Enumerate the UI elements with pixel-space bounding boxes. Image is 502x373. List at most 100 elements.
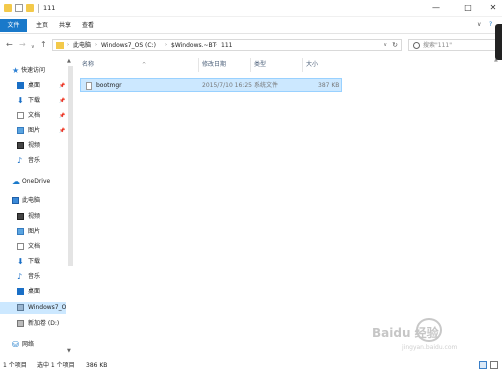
folder-icon	[4, 4, 12, 12]
sidebar-item-downloads[interactable]: ⬇ 下载	[0, 256, 72, 268]
title-bar: 111 — □ ✕	[0, 0, 502, 17]
tab-view[interactable]: 查看	[80, 20, 96, 32]
file-date: 2015/7/10 16:25	[202, 82, 252, 89]
sidebar-item-label: 桌面	[28, 288, 41, 295]
drive-icon	[17, 304, 24, 311]
breadcrumb-separator[interactable]: ›	[67, 41, 69, 50]
sidebar-item-label: 图片	[28, 228, 41, 235]
maximize-button[interactable]: □	[463, 3, 473, 13]
navigation-pane-scrollbar[interactable]: ▲ ▼	[66, 56, 75, 359]
breadcrumb-separator[interactable]: ›	[215, 41, 217, 50]
sidebar-item-label: 音乐	[28, 273, 41, 280]
forward-button[interactable]: →	[19, 40, 26, 50]
tab-home[interactable]: 主页	[34, 20, 50, 32]
video-icon	[17, 142, 24, 149]
sidebar-item-label: 下载	[28, 97, 41, 104]
address-bar[interactable]: › 此电脑 › Windows7_OS (C:) › $Windows.~BT …	[52, 39, 402, 51]
up-button[interactable]: ↑	[40, 40, 47, 50]
file-type: 系统文件	[254, 82, 279, 89]
search-box[interactable]: 搜索"111"	[408, 39, 496, 51]
sidebar-item-documents-pinned[interactable]: 文档 📌	[0, 110, 72, 122]
music-icon: ♪	[17, 272, 23, 281]
details-view-icon[interactable]	[479, 361, 487, 369]
drive-icon	[17, 320, 24, 327]
scrollbar-thumb[interactable]	[68, 66, 73, 266]
navigation-pane: ★ 快速访问 桌面 📌 ⬇ 下载 📌 文档 📌 图片 📌 视频 ♪ 音乐 ☁ O…	[0, 56, 76, 359]
item-count: 1 个项目	[3, 362, 27, 369]
sidebar-item-videos[interactable]: 视频	[0, 211, 72, 223]
desktop-icon	[17, 288, 24, 295]
scroll-up-icon[interactable]: ▲	[67, 58, 71, 64]
recent-locations-button[interactable]: ∨	[31, 42, 35, 52]
sidebar-item-label: Windows7_OS	[28, 304, 71, 311]
back-button[interactable]: ←	[6, 40, 13, 50]
help-icon[interactable]: ?	[489, 21, 492, 28]
column-header-type[interactable]: 类型	[250, 58, 302, 72]
navigation-bar: ← → ∨ ↑ › 此电脑 › Windows7_OS (C:) › $Wind…	[0, 34, 502, 56]
breadcrumb-bt-folder[interactable]: $Windows.~BT	[171, 41, 216, 50]
sidebar-item-network[interactable]: ⛁ 网络	[0, 339, 72, 351]
sidebar-item-label: 网络	[22, 341, 35, 348]
sort-ascending-icon: ^	[142, 62, 147, 68]
sidebar-item-videos-quick[interactable]: 视频	[0, 140, 72, 152]
file-name: bootmgr	[96, 82, 122, 89]
large-icons-view-icon[interactable]	[490, 361, 498, 369]
sidebar-item-desktop-pinned[interactable]: 桌面 📌	[0, 80, 72, 92]
cloud-icon: ☁	[12, 177, 20, 186]
download-icon: ⬇	[17, 96, 24, 105]
sidebar-item-label: 文档	[28, 243, 41, 250]
sidebar-item-label: 文档	[28, 112, 41, 119]
video-icon	[17, 213, 24, 220]
search-icon	[413, 42, 420, 49]
sidebar-item-pictures[interactable]: 图片	[0, 226, 72, 238]
sidebar-item-new-volume-d[interactable]: 新加卷 (D:)	[0, 318, 72, 330]
search-input[interactable]: 搜索"111"	[423, 41, 452, 50]
breadcrumb-separator[interactable]: ›	[95, 41, 97, 50]
scroll-down-icon[interactable]: ▼	[67, 348, 71, 354]
column-header-name[interactable]: 名称 ^	[82, 58, 195, 72]
selected-size: 386 KB	[86, 362, 108, 369]
sidebar-item-label: 音乐	[28, 157, 41, 164]
pin-icon: 📌	[59, 113, 66, 119]
breadcrumb-separator[interactable]: ›	[165, 41, 167, 50]
file-list: 名称 ^ 修改日期 类型 大小 bootmgr 2015/7/10 16:25 …	[76, 56, 502, 359]
sidebar-item-downloads-pinned[interactable]: ⬇ 下载 📌	[0, 95, 72, 107]
selected-count: 选中 1 个项目	[37, 362, 75, 369]
address-history-icon[interactable]: ∨	[383, 41, 387, 50]
download-icon: ⬇	[17, 257, 24, 266]
new-folder-icon[interactable]	[26, 4, 34, 12]
sidebar-item-documents[interactable]: 文档	[0, 241, 72, 253]
minimize-button[interactable]: —	[431, 3, 441, 13]
breadcrumb-current[interactable]: 111	[221, 41, 232, 50]
system-file-icon	[86, 82, 92, 90]
sidebar-item-label: 新加卷 (D:)	[28, 320, 60, 327]
breadcrumb-drive[interactable]: Windows7_OS (C:)	[101, 41, 156, 50]
breadcrumb-this-pc[interactable]: 此电脑	[73, 41, 91, 50]
sidebar-item-label: OneDrive	[22, 178, 51, 185]
tab-share[interactable]: 共享	[57, 20, 73, 32]
sidebar-item-label: 此电脑	[22, 197, 41, 204]
file-list-scrollbar[interactable]: ▲	[492, 56, 502, 359]
close-button[interactable]: ✕	[488, 3, 498, 13]
sidebar-item-pictures-pinned[interactable]: 图片 📌	[0, 125, 72, 137]
refresh-icon[interactable]: ↻	[392, 40, 398, 50]
column-label: 名称	[82, 61, 95, 68]
sidebar-item-music-quick[interactable]: ♪ 音乐	[0, 155, 72, 167]
properties-icon[interactable]	[15, 4, 23, 12]
sidebar-item-quick-access[interactable]: ★ 快速访问	[0, 65, 72, 77]
sidebar-item-onedrive[interactable]: ☁ OneDrive	[0, 176, 72, 188]
ribbon-expand-icon[interactable]: ∨	[477, 21, 481, 28]
tab-file[interactable]: 文件	[0, 19, 27, 32]
pin-icon: 📌	[59, 128, 66, 134]
sidebar-item-music[interactable]: ♪ 音乐	[0, 271, 72, 283]
table-row[interactable]: bootmgr 2015/7/10 16:25 系统文件 387 KB	[80, 78, 342, 92]
column-header-date[interactable]: 修改日期	[198, 58, 250, 72]
watermark-text: Baidu 经验	[372, 326, 439, 340]
folder-icon	[56, 42, 64, 49]
column-header-size[interactable]: 大小	[302, 58, 336, 72]
sidebar-item-this-pc[interactable]: 此电脑	[0, 195, 72, 207]
sidebar-item-label: 快速访问	[21, 67, 46, 74]
sidebar-item-label: 桌面	[28, 82, 41, 89]
sidebar-item-desktop[interactable]: 桌面	[0, 286, 72, 298]
sidebar-item-windows7-os[interactable]: Windows7_OS	[0, 302, 72, 314]
